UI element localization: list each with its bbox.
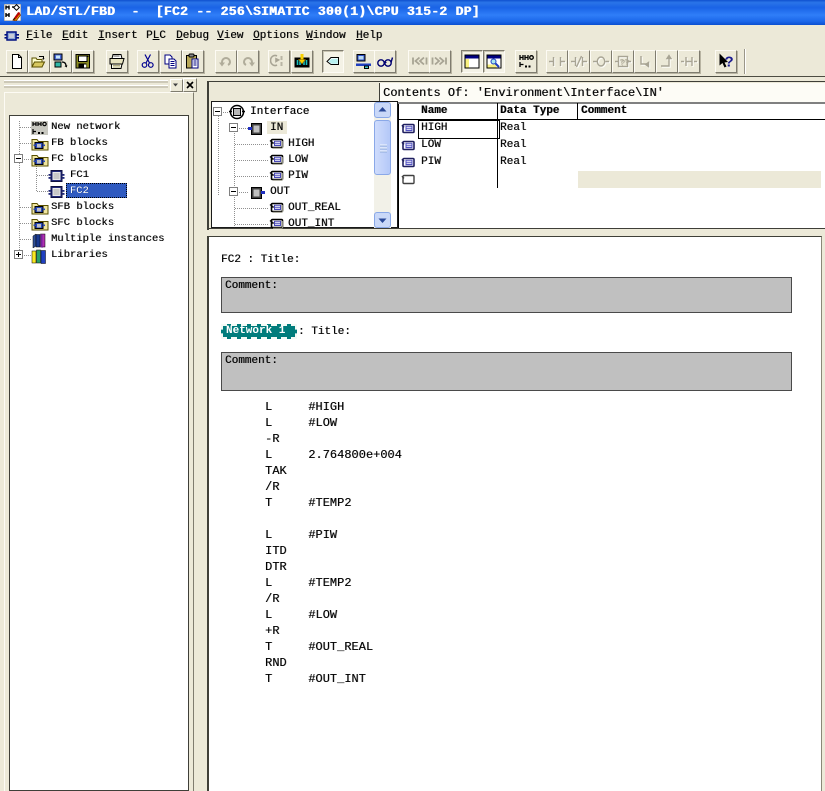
svg-text:??: ??: [620, 59, 630, 68]
svg-text:?: ?: [725, 54, 734, 71]
